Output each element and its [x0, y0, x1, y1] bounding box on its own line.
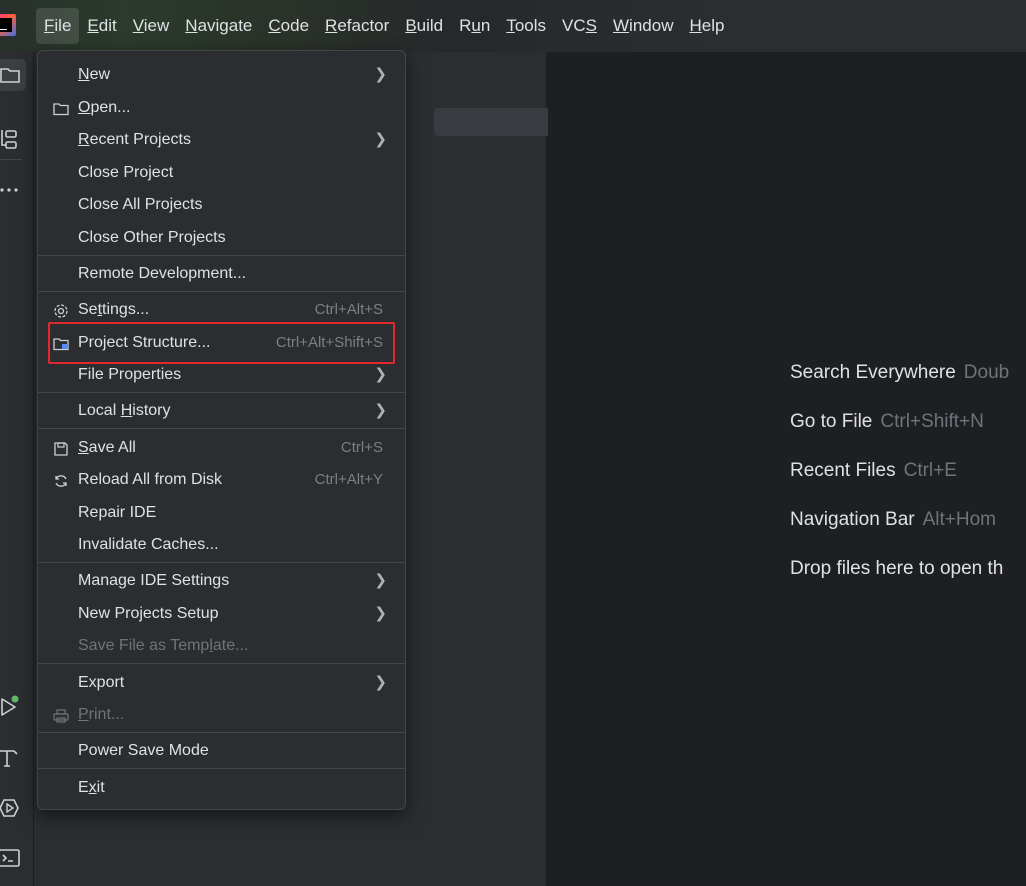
- save-icon: [52, 439, 70, 457]
- hint-go-to-file: Go to File Ctrl+Shift+N: [790, 411, 984, 432]
- menu-item-print: Print...: [38, 700, 405, 730]
- terminal-icon[interactable]: [0, 842, 26, 874]
- app-logo-icon[interactable]: [0, 14, 16, 36]
- hint-navigation-bar: Navigation Bar Alt+Hom: [790, 509, 997, 530]
- title-bar: File Edit View Navigate Code Refactor Bu…: [0, 0, 1026, 52]
- menu-code[interactable]: Code: [260, 8, 317, 44]
- printer-icon: [52, 706, 70, 724]
- structure-icon[interactable]: [0, 124, 26, 156]
- file-menu-dropdown: New ❯ Open... Recent Projects ❯ Close Pr…: [37, 50, 406, 810]
- menu-refactor[interactable]: Refactor: [317, 8, 397, 44]
- menu-separator: [38, 255, 405, 256]
- chevron-right-icon: ❯: [374, 402, 387, 419]
- menu-separator: [38, 732, 405, 733]
- tool-window-strip: [0, 52, 34, 886]
- menu-item-repair-ide[interactable]: Repair IDE: [38, 498, 405, 528]
- menu-separator: [38, 428, 405, 429]
- strip-separator: [0, 159, 22, 160]
- menu-item-remote-development[interactable]: Remote Development...: [38, 259, 405, 289]
- menu-item-export[interactable]: Export ❯: [38, 668, 405, 698]
- reload-icon: [52, 471, 70, 489]
- main-menu-bar: File Edit View Navigate Code Refactor Bu…: [36, 8, 732, 44]
- chevron-right-icon: ❯: [374, 366, 387, 383]
- more-tools-icon[interactable]: [0, 174, 26, 206]
- gear-icon: [52, 301, 70, 319]
- menu-separator: [38, 663, 405, 664]
- menu-separator: [38, 291, 405, 292]
- menu-item-save-file-as-template: Save File as Template...: [78, 637, 249, 654]
- menu-tools[interactable]: Tools: [498, 8, 554, 44]
- menu-run[interactable]: Run: [451, 8, 498, 44]
- menu-item-file-properties[interactable]: File Properties ❯: [38, 360, 405, 390]
- hint-search-everywhere: Search Everywhere Doub: [790, 362, 1010, 383]
- menu-item-exit[interactable]: Exit: [38, 773, 405, 803]
- menu-edit[interactable]: Edit: [79, 8, 124, 44]
- menu-help[interactable]: Help: [681, 8, 732, 44]
- chevron-right-icon: ❯: [374, 131, 387, 148]
- menu-window[interactable]: Window: [605, 8, 681, 44]
- menu-item-local-history[interactable]: Local History ❯: [38, 396, 405, 426]
- menu-item-open[interactable]: Open...: [38, 93, 405, 123]
- menu-item-close-other-projects[interactable]: Close Other Projects: [38, 223, 405, 253]
- run-status-dot: [11, 695, 19, 703]
- menu-separator: [38, 768, 405, 769]
- menu-navigate[interactable]: Navigate: [177, 8, 260, 44]
- menu-view[interactable]: View: [125, 8, 178, 44]
- menu-item-close-all-projects[interactable]: Close All Projects: [38, 190, 405, 220]
- hint-recent-files: Recent Files Ctrl+E: [790, 460, 957, 481]
- menu-separator: [38, 392, 405, 393]
- menu-item-settings[interactable]: Settings... Ctrl+Alt+S: [38, 295, 405, 325]
- folder-icon: [52, 99, 70, 117]
- run-icon[interactable]: [0, 691, 26, 723]
- menu-item-power-save-mode[interactable]: Power Save Mode: [38, 736, 405, 766]
- chevron-right-icon: ❯: [374, 66, 387, 83]
- chevron-right-icon: ❯: [374, 674, 387, 691]
- chevron-right-icon: ❯: [374, 572, 387, 589]
- menu-item-save-all[interactable]: Save All Ctrl+S: [38, 433, 405, 463]
- editor-empty-area[interactable]: Search Everywhere Doub Go to File Ctrl+Shi…: [548, 52, 1026, 886]
- menu-separator: [38, 562, 405, 563]
- menu-item-reload-all[interactable]: Reload All from Disk Ctrl+Alt+Y: [38, 465, 405, 495]
- project-structure-highlight: [48, 322, 395, 364]
- services-icon[interactable]: [0, 792, 26, 824]
- menu-item-manage-ide-settings[interactable]: Manage IDE Settings ❯: [38, 566, 405, 596]
- menu-item-new[interactable]: New ❯: [38, 60, 405, 90]
- project-tree-selection[interactable]: [434, 108, 565, 136]
- menu-item-recent-projects[interactable]: Recent Projects ❯: [38, 125, 405, 155]
- project-folder-icon[interactable]: [0, 59, 26, 91]
- menu-item-invalidate-caches[interactable]: Invalidate Caches...: [38, 530, 405, 560]
- chevron-right-icon: ❯: [374, 605, 387, 622]
- menu-build[interactable]: Build: [397, 8, 451, 44]
- menu-file[interactable]: File: [36, 8, 80, 44]
- menu-item-new-projects-setup[interactable]: New Projects Setup ❯: [38, 599, 405, 629]
- menu-item-close-project[interactable]: Close Project: [38, 158, 405, 188]
- build-hammer-icon[interactable]: [0, 742, 26, 774]
- hint-drop-files: Drop files here to open th: [790, 558, 1004, 579]
- menu-vcs[interactable]: VCS: [554, 8, 605, 44]
